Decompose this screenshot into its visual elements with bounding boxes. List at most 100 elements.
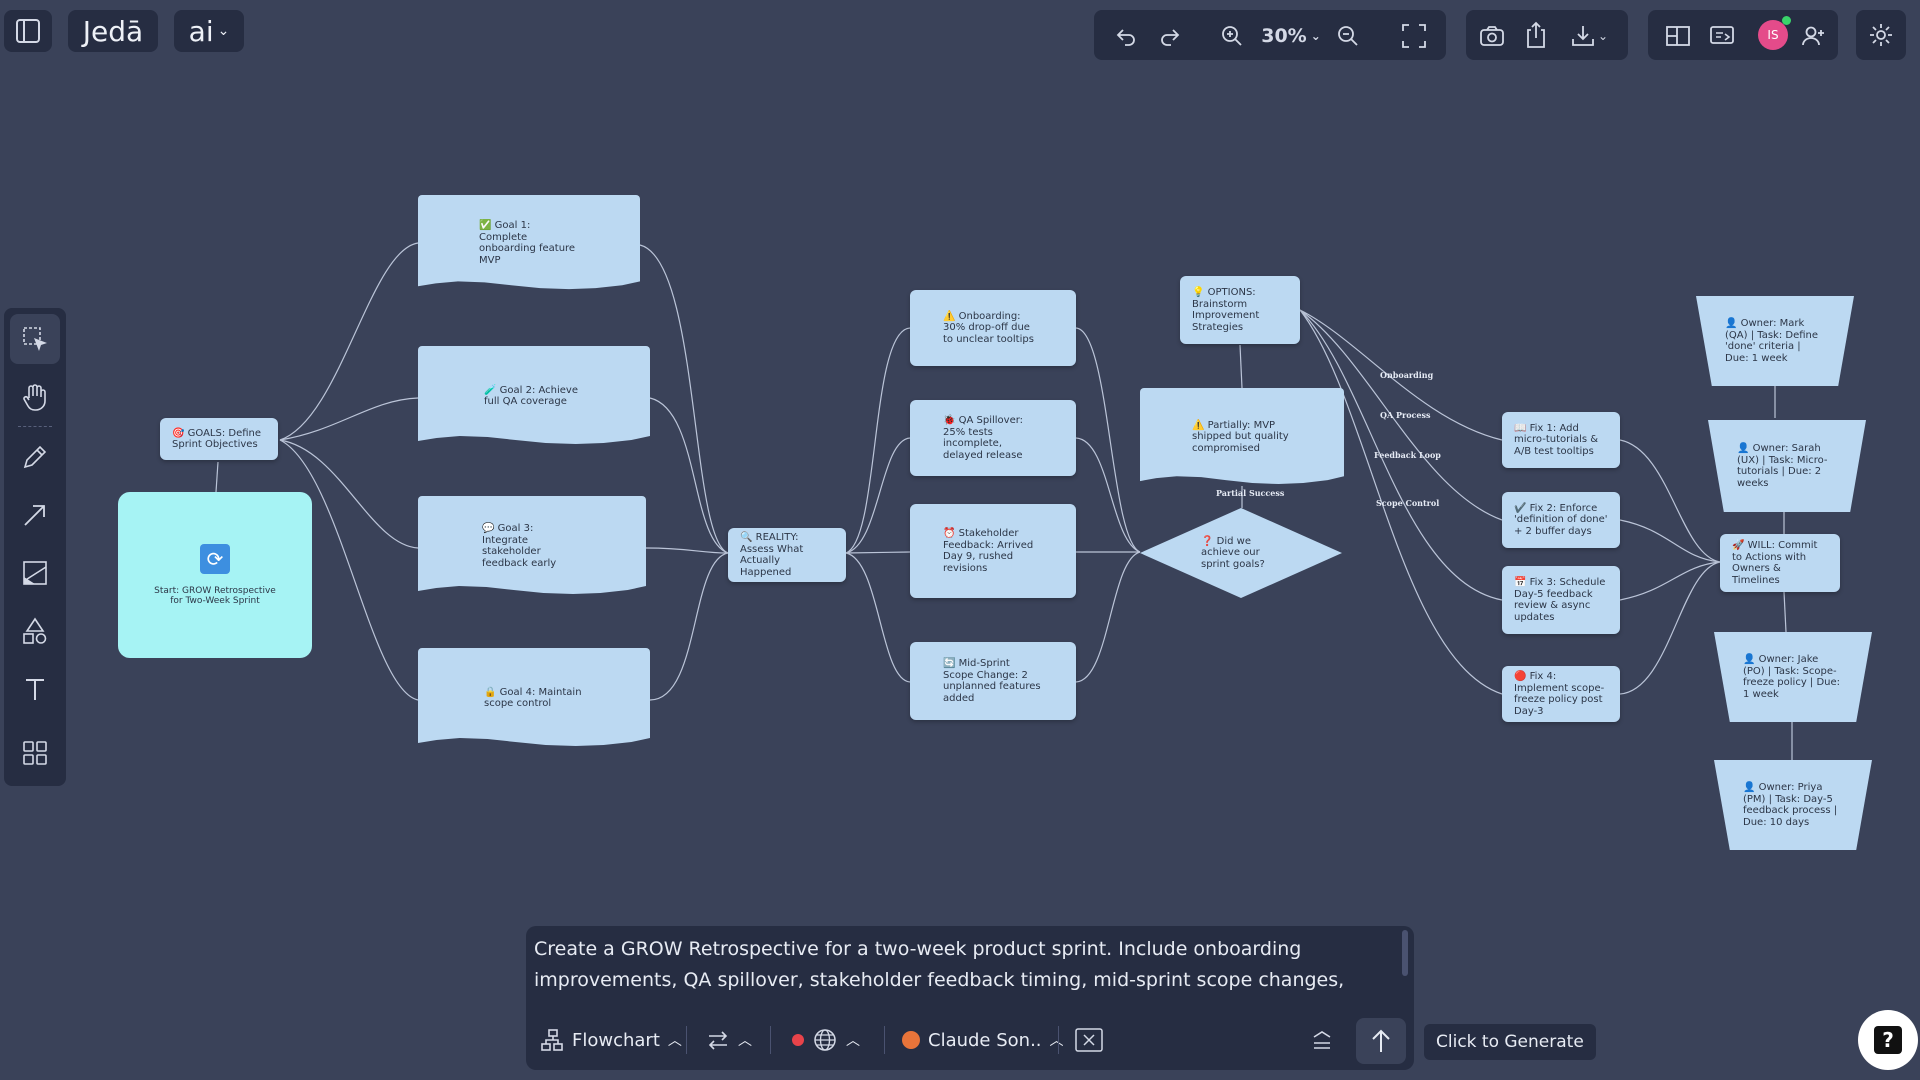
fix3-node-label: 📅 Fix 3: Schedule Day-5 feedback review … bbox=[1514, 577, 1606, 623]
fix3-node[interactable]: 📅 Fix 3: Schedule Day-5 feedback review … bbox=[1502, 566, 1620, 634]
options-node[interactable]: 💡 OPTIONS: Brainstorm Improvement Strate… bbox=[1180, 276, 1300, 344]
claude-logo-icon bbox=[902, 1031, 920, 1049]
download-icon bbox=[1572, 26, 1594, 46]
collapse-icon bbox=[1313, 1031, 1331, 1049]
chevron-down-icon: ⌄ bbox=[217, 23, 230, 39]
reality-node-label: 🔍 REALITY: Assess What Actually Happened bbox=[740, 532, 804, 578]
partial-node[interactable]: ⚠️ Partially: MVP shipped but quality co… bbox=[1140, 388, 1344, 485]
presentation-button[interactable] bbox=[1706, 20, 1738, 52]
options-node-label: 💡 OPTIONS: Brainstorm Improvement Strate… bbox=[1192, 287, 1260, 333]
undo-icon bbox=[1116, 29, 1135, 46]
goal1-node[interactable]: ✅ Goal 1: Complete onboarding feature MV… bbox=[418, 195, 640, 290]
goals-node-label: 🎯 GOALS: Define Sprint Objectives bbox=[172, 427, 262, 451]
bar-divider bbox=[686, 1026, 687, 1054]
owner-mark-node[interactable]: 👤 Owner: Mark (QA) | Task: Define 'done'… bbox=[1696, 296, 1854, 386]
goal3-node[interactable]: 💬 Goal 3: Integrate stakeholder feedback… bbox=[418, 496, 646, 594]
gear-icon bbox=[1870, 24, 1892, 46]
share-icon bbox=[1527, 21, 1545, 48]
image-icon bbox=[23, 561, 47, 585]
redo-button[interactable] bbox=[1154, 20, 1186, 52]
share-button[interactable] bbox=[1520, 18, 1552, 52]
owner-sarah-node[interactable]: 👤 Owner: Sarah (UX) | Task: Micro-tutori… bbox=[1708, 420, 1866, 512]
web-search-dropdown[interactable]: ︿ bbox=[792, 1022, 860, 1058]
goal1-node-label: ✅ Goal 1: Complete onboarding feature MV… bbox=[479, 220, 576, 266]
invite-user-button[interactable] bbox=[1798, 20, 1830, 52]
chevron-up-icon: ︿ bbox=[1049, 1033, 1064, 1049]
zoom-level-dropdown[interactable]: 30% ⌄ bbox=[1260, 20, 1322, 52]
owner-priya-node[interactable]: 👤 Owner: Priya (PM) | Task: Day-5 feedba… bbox=[1714, 760, 1872, 850]
layout-button[interactable] bbox=[1662, 20, 1694, 52]
attach-canvas-button[interactable] bbox=[1074, 1022, 1104, 1058]
mode-dropdown[interactable]: Flowchart ︿ bbox=[540, 1022, 682, 1058]
direction-dropdown[interactable]: ︿ bbox=[706, 1022, 752, 1058]
user-initials: IS bbox=[1767, 28, 1779, 42]
swap-arrows-icon bbox=[708, 1031, 728, 1050]
ai-menu-button[interactable]: ai ⌄ bbox=[174, 10, 244, 52]
prompt-scrollbar[interactable] bbox=[1402, 930, 1408, 976]
settings-button[interactable] bbox=[1856, 10, 1906, 60]
fix4-node[interactable]: 🔴 Fix 4: Implement scope-freeze policy p… bbox=[1502, 666, 1620, 722]
sidebar-toggle-button[interactable] bbox=[4, 10, 52, 52]
bar-divider bbox=[1058, 1026, 1059, 1054]
owner-jake-label: 👤 Owner: Jake (PO) | Task: Scope-freeze … bbox=[1743, 654, 1841, 700]
text-tool-button[interactable] bbox=[18, 672, 52, 706]
reality-qa-node[interactable]: 🐞 QA Spillover: 25% tests incomplete, de… bbox=[910, 400, 1076, 476]
onboarding-edge-label: Onboarding bbox=[1380, 370, 1434, 380]
image-tool-button[interactable] bbox=[18, 556, 52, 590]
goal4-node[interactable]: 🔒 Goal 4: Maintain scope control bbox=[418, 648, 650, 746]
zoom-in-button[interactable] bbox=[1216, 20, 1248, 52]
fix1-node[interactable]: 📖 Fix 1: Add micro-tutorials & A/B test … bbox=[1502, 412, 1620, 468]
shapes-tool-button[interactable] bbox=[18, 614, 52, 648]
redo-icon bbox=[1161, 29, 1180, 46]
reality-scope-node[interactable]: 🔄 Mid-Sprint Scope Change: 2 unplanned f… bbox=[910, 642, 1076, 720]
split-view-icon bbox=[1666, 26, 1690, 46]
owner-priya-label: 👤 Owner: Priya (PM) | Task: Day-5 feedba… bbox=[1743, 782, 1838, 828]
zoom-out-icon bbox=[1338, 26, 1358, 46]
reality-node[interactable]: 🔍 REALITY: Assess What Actually Happened bbox=[728, 528, 846, 582]
screenshot-button[interactable] bbox=[1476, 20, 1508, 52]
zoom-out-button[interactable] bbox=[1332, 20, 1364, 52]
generate-tooltip-text: Click to Generate bbox=[1436, 1032, 1584, 1052]
goal2-node[interactable]: 🧪 Goal 2: Achieve full QA coverage bbox=[418, 346, 650, 444]
reality-feedback-node[interactable]: ⏰ Stakeholder Feedback: Arrived Day 9, r… bbox=[910, 504, 1076, 598]
owner-mark-label: 👤 Owner: Mark (QA) | Task: Define 'done'… bbox=[1725, 318, 1819, 364]
reality-feedback-label: ⏰ Stakeholder Feedback: Arrived Day 9, r… bbox=[943, 528, 1034, 574]
will-node-label: 🚀 WILL: Commit to Actions with Owners & … bbox=[1732, 540, 1818, 586]
ai-label: ai bbox=[188, 14, 214, 48]
sidebar-toggle-icon bbox=[16, 19, 40, 43]
goal4-node-label: 🔒 Goal 4: Maintain scope control bbox=[484, 686, 582, 710]
shapes-icon bbox=[23, 617, 47, 644]
download-button[interactable]: ⌄ bbox=[1562, 20, 1616, 52]
templates-tool-button[interactable] bbox=[18, 736, 52, 770]
select-tool-button[interactable] bbox=[10, 314, 60, 364]
brand-logo: Jedā bbox=[68, 10, 158, 52]
add-user-icon bbox=[1802, 26, 1824, 46]
pencil-tool-button[interactable] bbox=[18, 440, 52, 474]
will-node[interactable]: 🚀 WILL: Commit to Actions with Owners & … bbox=[1720, 534, 1840, 592]
pencil-icon bbox=[23, 445, 47, 469]
chevron-down-icon: ⌄ bbox=[1597, 29, 1609, 43]
hand-icon bbox=[23, 384, 46, 411]
generate-button[interactable] bbox=[1356, 1018, 1406, 1064]
feedback-edge-label: Feedback Loop bbox=[1374, 450, 1441, 460]
owner-jake-node[interactable]: 👤 Owner: Jake (PO) | Task: Scope-freeze … bbox=[1714, 632, 1872, 722]
start-node[interactable]: ⟳ Start: GROW Retrospective for Two-Week… bbox=[118, 492, 312, 658]
decision-node-label: ❓ Did we achieve our sprint goals? bbox=[1201, 535, 1265, 570]
arrow-tool-button[interactable] bbox=[18, 498, 52, 532]
partial-node-label: ⚠️ Partially: MVP shipped but quality co… bbox=[1192, 419, 1289, 454]
prompt-input[interactable]: Create a GROW Retrospective for a two-we… bbox=[534, 934, 1394, 996]
help-button[interactable]: ? bbox=[1858, 1010, 1918, 1070]
undo-button[interactable] bbox=[1110, 20, 1142, 52]
goals-node[interactable]: 🎯 GOALS: Define Sprint Objectives bbox=[160, 418, 278, 460]
goal2-node-label: 🧪 Goal 2: Achieve full QA coverage bbox=[484, 384, 578, 408]
reality-onboarding-node[interactable]: ⚠️ Onboarding: 30% drop-off due to uncle… bbox=[910, 290, 1076, 366]
record-dot-icon bbox=[792, 1034, 804, 1046]
model-dropdown[interactable]: Claude Son.. ︿ bbox=[902, 1022, 1064, 1058]
flowchart-icon bbox=[541, 1029, 563, 1051]
pan-tool-button[interactable] bbox=[18, 380, 52, 414]
goal3-node-label: 💬 Goal 3: Integrate stakeholder feedback… bbox=[482, 523, 557, 569]
fix2-node[interactable]: ✔️ Fix 2: Enforce 'definition of done' +… bbox=[1502, 492, 1620, 548]
fit-screen-button[interactable] bbox=[1398, 20, 1430, 52]
expand-prompt-button[interactable] bbox=[1310, 1022, 1334, 1058]
chevron-up-icon: ︿ bbox=[846, 1033, 860, 1049]
